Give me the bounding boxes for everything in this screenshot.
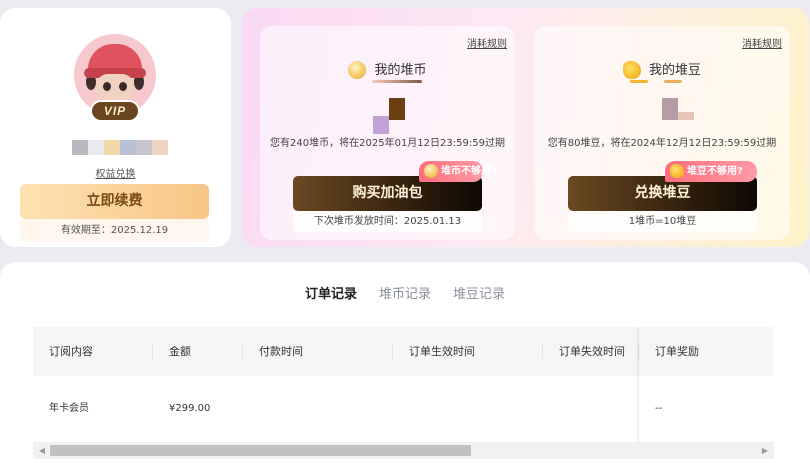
dui-title-underline <box>372 80 422 83</box>
table-cell <box>243 376 393 442</box>
dui-balance-redacted <box>373 98 405 134</box>
column-header: 订阅内容 <box>33 327 153 376</box>
tab-order-records[interactable]: 订单记录 <box>302 283 360 302</box>
dou-expiry-text: 您有80堆豆，将在2024年12月12日23:59:59过期 <box>547 138 777 149</box>
tab-dou-records[interactable]: 堆豆记录 <box>453 283 505 302</box>
column-header: 金额 <box>153 327 243 376</box>
column-header: 付款时间 <box>243 327 393 376</box>
currency-panel: 消耗规则 我的堆币 您有240堆币，将在2025年01月12日23:59:59过… <box>242 8 809 247</box>
membership-valid-until: 有效期至：2025.12.19 <box>20 219 209 242</box>
dui-coin-title: 我的堆币 <box>260 59 515 80</box>
column-header: 订单生效时间 <box>393 327 543 376</box>
table-cell: -- <box>655 403 663 414</box>
dui-consume-rules-link[interactable]: 消耗规则 <box>467 35 507 50</box>
dou-bean-title: 我的堆豆 <box>534 59 790 80</box>
orders-table: 订阅内容 金额 付款时间 订单生效时间 订单失效时间 订单奖励 年卡会员 ¥29… <box>33 327 774 442</box>
scrollbar-thumb[interactable] <box>50 445 471 456</box>
bean-icon <box>622 60 641 79</box>
coin-icon <box>424 164 438 178</box>
dou-shortage-tag[interactable]: 堆豆不够用? <box>665 161 757 182</box>
column-header: 订单失效时间 <box>543 327 639 376</box>
vip-badge: VIP <box>90 100 140 122</box>
column-header: 订单奖励 <box>655 345 699 358</box>
dou-exchange-rate: 1堆币=10堆豆 <box>568 211 757 232</box>
table-cell <box>393 376 543 442</box>
table-row: 年卡会员 ¥299.00 -- <box>33 376 774 442</box>
profile-card: VIP 权益兑换 立即续费 有效期至：2025.12.19 <box>0 8 231 247</box>
horizontal-scrollbar[interactable]: ◀ ▶ <box>33 442 774 459</box>
dui-shortage-tag[interactable]: 堆币不够用? <box>419 161 497 182</box>
username-redacted <box>72 140 168 155</box>
table-cell <box>543 376 639 442</box>
table-header: 订阅内容 金额 付款时间 订单生效时间 订单失效时间 订单奖励 <box>33 327 774 376</box>
bean-icon <box>670 164 684 178</box>
dou-bean-card: 消耗规则 我的堆豆 您有80堆豆，将在2024年12月12日23:59:59过期… <box>534 26 790 240</box>
coin-icon <box>348 60 367 79</box>
dui-coin-card: 消耗规则 我的堆币 您有240堆币，将在2025年01月12日23:59:59过… <box>260 26 515 240</box>
dui-expiry-text: 您有240堆币，将在2025年01月12日23:59:59过期 <box>270 138 505 149</box>
tab-dui-records[interactable]: 堆币记录 <box>379 283 431 302</box>
fixed-column-shadow <box>637 327 640 442</box>
table-cell: 年卡会员 <box>49 403 89 414</box>
records-tabs: 订单记录 堆币记录 堆豆记录 <box>0 283 810 302</box>
rights-exchange-link[interactable]: 权益兑换 <box>0 165 231 180</box>
records-panel: 订单记录 堆币记录 堆豆记录 订阅内容 金额 付款时间 订单生效时间 订单失效时… <box>0 262 810 465</box>
dou-consume-rules-link[interactable]: 消耗规则 <box>742 35 782 50</box>
dou-balance-redacted <box>662 98 694 120</box>
chevron-left-icon[interactable]: ◀ <box>35 442 49 459</box>
dou-title-underline-a <box>630 80 648 83</box>
table-cell: ¥299.00 <box>169 403 211 414</box>
dui-next-issue-time: 下次堆币发放时间：2025.01.13 <box>293 211 482 232</box>
dou-title-underline-b <box>664 80 682 83</box>
renew-button[interactable]: 立即续费 <box>20 184 209 219</box>
chevron-right-icon[interactable]: ▶ <box>758 442 772 459</box>
